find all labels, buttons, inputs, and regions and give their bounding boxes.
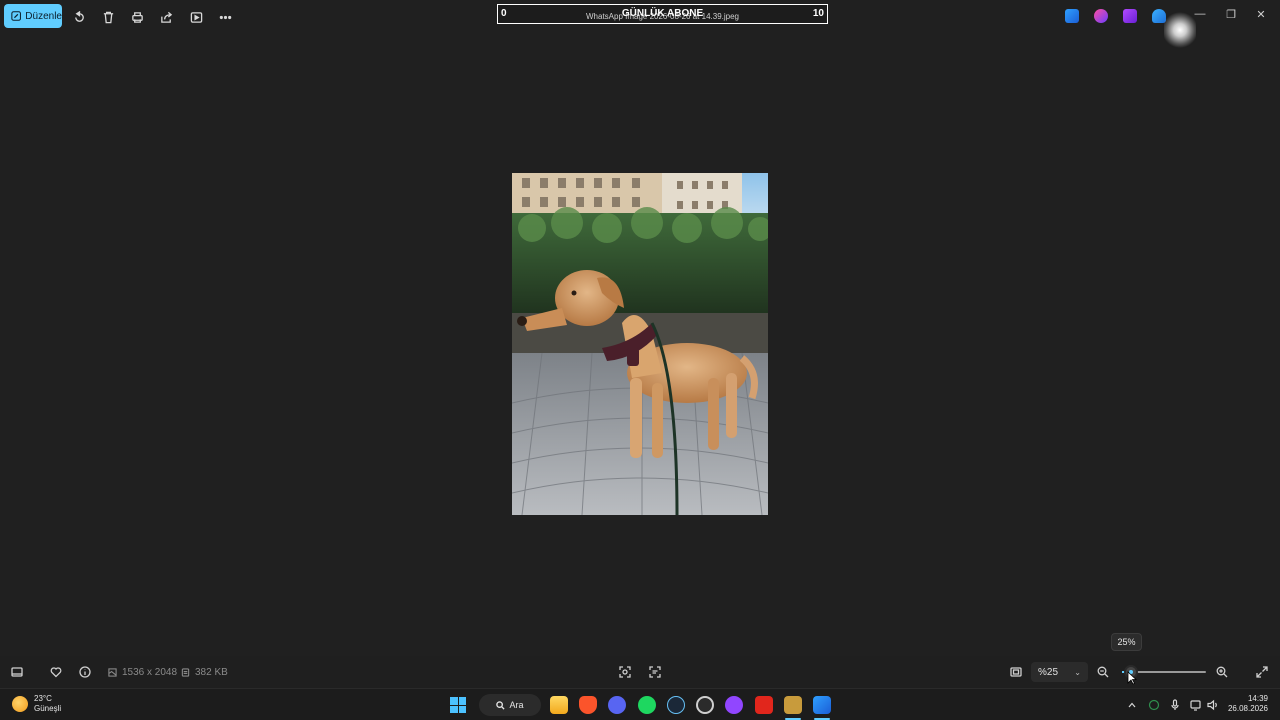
game-launcher-icon[interactable] — [755, 696, 773, 714]
file-info-button[interactable] — [77, 664, 93, 680]
taskbar-search[interactable]: Ara — [479, 694, 541, 716]
print-button[interactable] — [126, 6, 148, 28]
brave-browser-icon[interactable] — [579, 696, 597, 714]
start-button[interactable] — [450, 697, 466, 713]
image-dimensions: 1536 x 2048 — [108, 667, 177, 678]
clipchamp-icon[interactable] — [1123, 9, 1137, 23]
weather-description: Güneşli — [34, 704, 62, 713]
sun-icon — [12, 696, 28, 712]
volume-tray-icon[interactable] — [1207, 699, 1219, 711]
image-file-size: 382 KB — [181, 667, 228, 678]
expand-icon — [1256, 666, 1268, 678]
clock-date: 26.08.2026 — [1227, 704, 1268, 713]
favorite-button[interactable] — [48, 664, 64, 680]
visual-search-button[interactable] — [617, 664, 633, 680]
league-of-legends-icon[interactable] — [784, 696, 802, 714]
microphone-tray-icon[interactable] — [1169, 699, 1181, 711]
slideshow-icon — [190, 11, 202, 23]
delete-button[interactable] — [97, 6, 119, 28]
zoom-out-icon — [1097, 666, 1109, 678]
print-icon — [131, 11, 143, 23]
delete-icon — [103, 11, 113, 23]
zoom-in-icon — [1216, 666, 1228, 678]
clock-time: 14:39 — [1247, 694, 1268, 703]
restore-button[interactable]: ❐ — [1222, 8, 1240, 24]
file-explorer-icon[interactable] — [550, 696, 568, 714]
edit-button[interactable]: Düzenle — [4, 4, 62, 28]
network-tray-icon[interactable] — [1190, 699, 1202, 711]
counter-goal: 10 — [812, 8, 824, 19]
heart-icon — [50, 667, 62, 678]
edit-icon — [11, 11, 21, 21]
share-icon — [160, 11, 172, 23]
copilot-icon[interactable] — [1094, 9, 1108, 23]
stream-overlay-counter: 0 WhatsApp Image 2026-08-26 at 14.39.jpe… — [497, 4, 828, 24]
zoom-out-button[interactable] — [1095, 664, 1111, 680]
edit-button-label: Düzenle — [25, 10, 62, 22]
filmstrip-icon — [11, 667, 23, 677]
chevron-down-icon: ⌄ — [1074, 667, 1081, 677]
fullscreen-button[interactable] — [1254, 664, 1270, 680]
zoom-tooltip: 25% — [1111, 633, 1142, 651]
rotate-icon — [74, 10, 84, 22]
more-options-button[interactable] — [214, 6, 236, 28]
speaker-icon — [1207, 699, 1217, 711]
filmstrip-button[interactable] — [9, 664, 25, 680]
obs-icon[interactable] — [725, 696, 743, 714]
windows-taskbar: 23°C Güneşli Ara 14:39 26.08.2026 — [0, 688, 1280, 720]
search-label: Ara — [509, 700, 524, 710]
photos-taskbar-icon[interactable] — [813, 696, 831, 714]
weather-widget[interactable]: 23°C Güneşli — [12, 694, 61, 714]
file-size-icon — [181, 668, 190, 677]
photos-app-icon[interactable] — [1065, 9, 1079, 23]
microphone-icon — [1171, 699, 1179, 710]
taskbar-clock[interactable]: 14:39 26.08.2026 — [1224, 694, 1268, 714]
security-tray-icon[interactable] — [1148, 699, 1160, 711]
spotify-icon[interactable] — [638, 696, 656, 714]
shield-icon — [1148, 699, 1160, 711]
mouse-cursor-icon — [1127, 671, 1137, 685]
minimize-button[interactable]: — — [1191, 8, 1209, 24]
show-hidden-icons-button[interactable] — [1126, 699, 1138, 711]
fit-to-window-button[interactable] — [1008, 664, 1024, 680]
chatgpt-icon[interactable] — [696, 696, 714, 714]
text-scan-icon — [649, 666, 661, 678]
displayed-photo[interactable] — [512, 173, 768, 515]
search-icon — [496, 700, 506, 710]
share-button[interactable] — [155, 6, 177, 28]
close-button[interactable]: ✕ — [1252, 8, 1270, 24]
bottom-toolbar: 1536 x 2048 382 KB %25 ⌄ — [0, 656, 1280, 688]
visual-search-icon — [619, 666, 631, 678]
more-icon — [219, 15, 231, 19]
zoom-level-value: %25 — [1038, 666, 1059, 678]
zoom-level-dropdown[interactable]: %25 ⌄ — [1031, 662, 1088, 682]
fit-window-icon — [1010, 667, 1022, 677]
zoom-in-button[interactable] — [1214, 664, 1230, 680]
dimensions-icon — [108, 668, 117, 677]
dimensions-value: 1536 x 2048 — [122, 667, 178, 678]
network-icon — [1190, 700, 1201, 711]
rotate-button[interactable] — [68, 6, 90, 28]
dog-photo-image — [512, 173, 768, 515]
steam-icon[interactable] — [667, 696, 685, 714]
info-icon — [79, 666, 91, 678]
weather-temperature: 23°C — [34, 694, 52, 703]
top-toolbar: Düzenle 0 WhatsApp Image 2026-08-26 at 1… — [0, 0, 1280, 50]
discord-icon[interactable] — [608, 696, 626, 714]
text-scan-button[interactable] — [647, 664, 663, 680]
file-size-value: 382 KB — [195, 667, 228, 678]
overlay-caption: GÜNLÜK ABONE — [621, 8, 704, 19]
slideshow-button[interactable] — [185, 6, 207, 28]
chevron-up-icon — [1128, 702, 1136, 708]
